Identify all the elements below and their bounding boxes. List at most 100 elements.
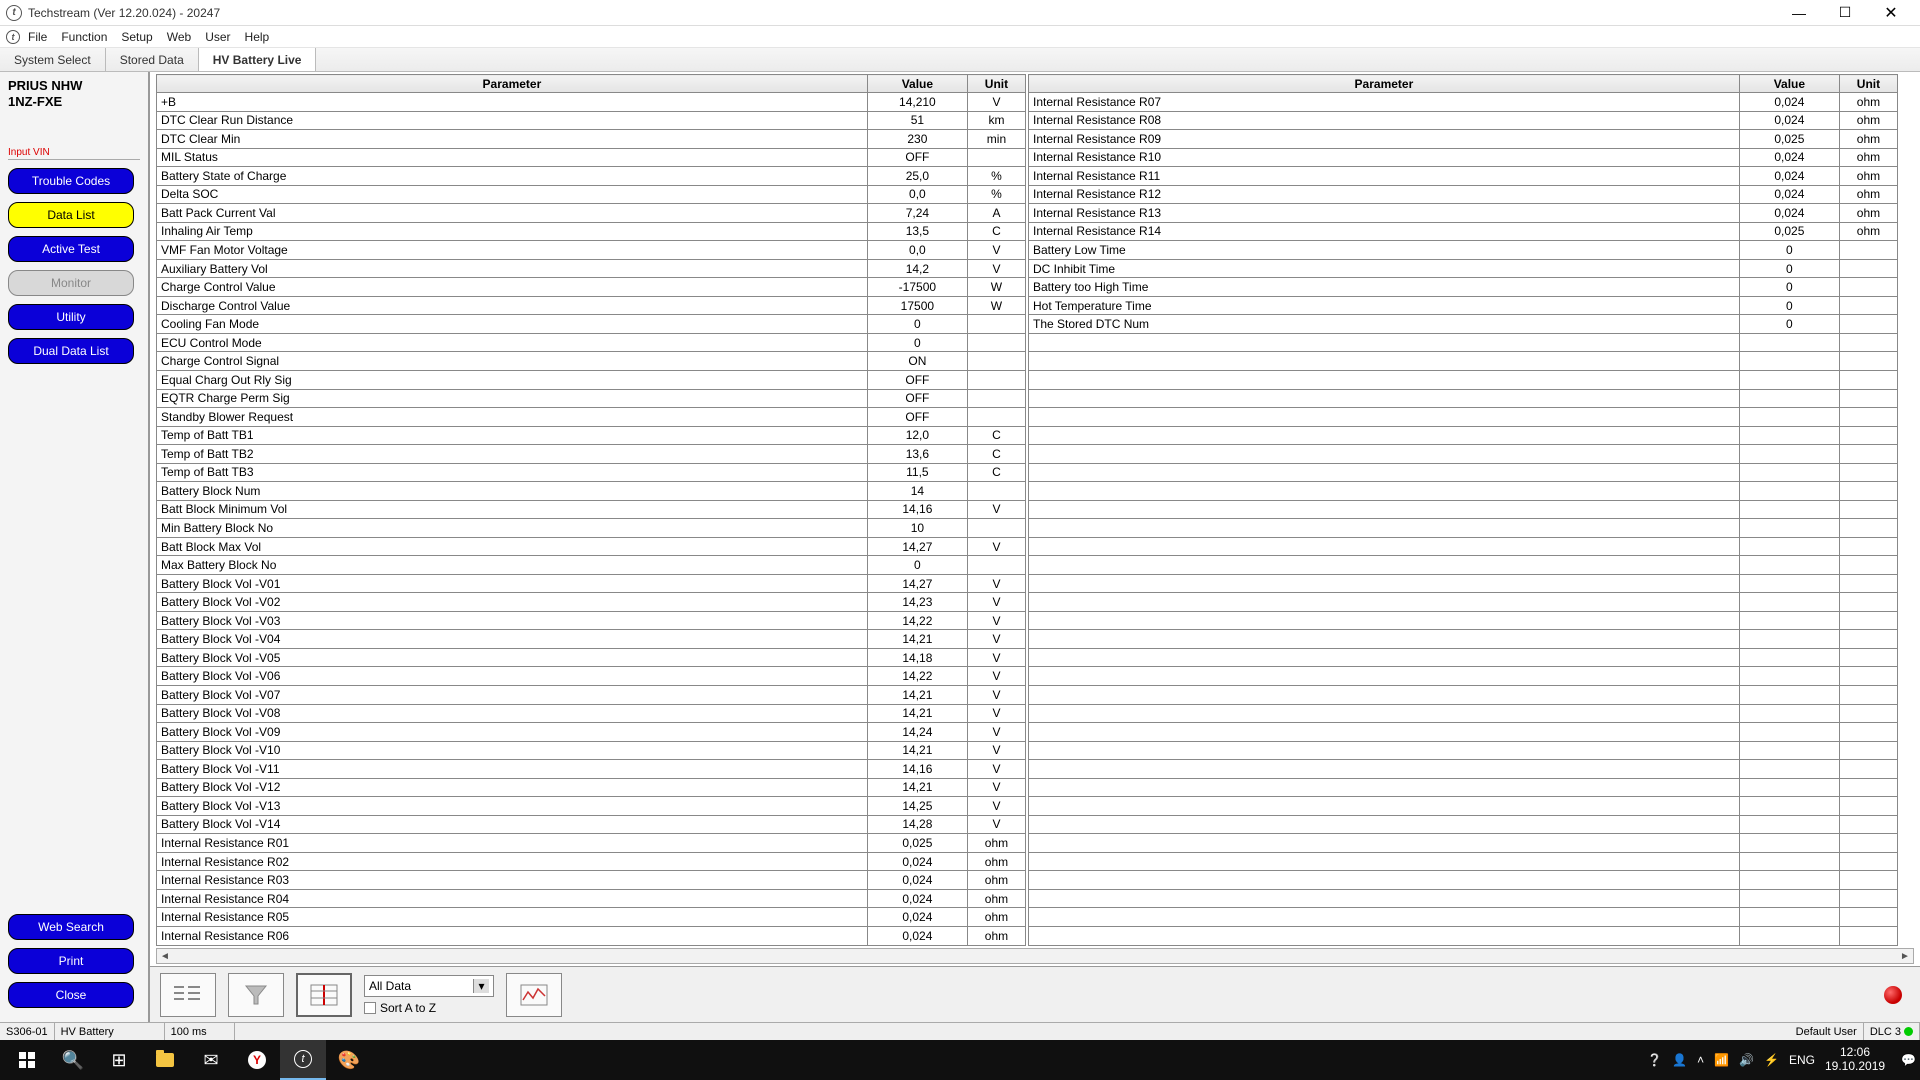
table-row[interactable]: Internal Resistance R080,024ohm (1029, 111, 1898, 130)
table-row[interactable]: EQTR Charge Perm SigOFF (157, 389, 1026, 408)
browser-button[interactable]: Y (234, 1040, 280, 1080)
col-parameter[interactable]: Parameter (157, 75, 868, 93)
table-row[interactable]: Battery Block Vol -V1214,21V (157, 778, 1026, 797)
table-row[interactable]: Min Battery Block No10 (157, 519, 1026, 538)
table-row[interactable]: Internal Resistance R110,024ohm (1029, 167, 1898, 186)
table-row[interactable]: Battery Block Vol -V1314,25V (157, 797, 1026, 816)
table-row[interactable]: Auxiliary Battery Vol14,2V (157, 259, 1026, 278)
data-table-left[interactable]: Parameter Value Unit +B14,210V DTC Clear … (156, 74, 1026, 946)
table-row[interactable]: Standby Blower RequestOFF (157, 408, 1026, 427)
paint-button[interactable]: 🎨 (326, 1040, 372, 1080)
table-row[interactable]: Battery Block Vol -V1114,16V (157, 760, 1026, 779)
trouble-codes-button[interactable]: Trouble Codes (8, 168, 134, 194)
col-value[interactable]: Value (867, 75, 967, 93)
table-row[interactable]: Battery Block Vol -V0314,22V (157, 611, 1026, 630)
table-row[interactable]: Batt Block Minimum Vol14,16V (157, 500, 1026, 519)
table-row[interactable]: Internal Resistance R140,025ohm (1029, 222, 1898, 241)
table-row[interactable]: MIL StatusOFF (157, 148, 1026, 167)
table-row[interactable]: Batt Block Max Vol14,27V (157, 537, 1026, 556)
table-row[interactable]: Temp of Batt TB213,6C (157, 445, 1026, 464)
utility-button[interactable]: Utility (8, 304, 134, 330)
sort-a-to-z[interactable]: Sort A to Z (364, 1001, 494, 1015)
table-row[interactable]: Max Battery Block No0 (157, 556, 1026, 575)
horizontal-scrollbar[interactable]: ◄ ► (156, 948, 1914, 964)
task-view-button[interactable]: ⊞ (96, 1040, 142, 1080)
table-row[interactable]: Internal Resistance R070,024ohm (1029, 93, 1898, 112)
table-row[interactable]: DC Inhibit Time0 (1029, 259, 1898, 278)
menu-function[interactable]: Function (61, 30, 107, 44)
table-row[interactable]: DTC Clear Min230min (157, 130, 1026, 149)
table-row[interactable]: Battery Block Vol -V0914,24V (157, 723, 1026, 742)
close-window-button[interactable]: ✕ (1868, 0, 1914, 26)
table-row[interactable]: Battery Block Vol -V0714,21V (157, 686, 1026, 705)
table-row[interactable]: Battery Block Vol -V1414,28V (157, 815, 1026, 834)
close-button[interactable]: Close (8, 982, 134, 1008)
menu-file[interactable]: File (28, 30, 47, 44)
table-row[interactable]: Cooling Fan Mode0 (157, 315, 1026, 334)
data-filter-select[interactable]: All Data ▾ (364, 975, 494, 997)
col-value-r[interactable]: Value (1739, 75, 1839, 93)
col-unit[interactable]: Unit (967, 75, 1025, 93)
table-row[interactable]: Battery Block Vol -V0114,27V (157, 574, 1026, 593)
maximize-button[interactable]: ☐ (1822, 0, 1868, 26)
menu-setup[interactable]: Setup (121, 30, 152, 44)
lang-indicator[interactable]: ENG (1789, 1053, 1815, 1067)
table-row[interactable]: Batt Pack Current Val7,24A (157, 204, 1026, 223)
table-row[interactable]: Internal Resistance R020,024ohm (157, 852, 1026, 871)
notification-tray-icon[interactable]: 💬 (1901, 1053, 1916, 1067)
table-row[interactable]: Temp of Batt TB311,5C (157, 463, 1026, 482)
table-row[interactable]: Internal Resistance R050,024ohm (157, 908, 1026, 927)
table-row[interactable]: Hot Temperature Time0 (1029, 296, 1898, 315)
dual-data-list-button[interactable]: Dual Data List (8, 338, 134, 364)
search-button[interactable]: 🔍 (50, 1040, 96, 1080)
table-row[interactable]: +B14,210V (157, 93, 1026, 112)
table-row[interactable]: Delta SOC0,0% (157, 185, 1026, 204)
table-row[interactable]: Equal Charg Out Rly SigOFF (157, 370, 1026, 389)
explorer-button[interactable] (142, 1040, 188, 1080)
people-tray-icon[interactable]: 👤 (1672, 1053, 1687, 1067)
table-row[interactable]: The Stored DTC Num0 (1029, 315, 1898, 334)
table-row[interactable]: Battery too High Time0 (1029, 278, 1898, 297)
table-row[interactable]: Battery Block Vol -V0514,18V (157, 648, 1026, 667)
table-row[interactable]: Battery Block Num14 (157, 482, 1026, 501)
battery-tray-icon[interactable]: ⚡ (1764, 1053, 1779, 1067)
menu-help[interactable]: Help (245, 30, 270, 44)
table-row[interactable]: Temp of Batt TB112,0C (157, 426, 1026, 445)
scroll-right-icon[interactable]: ► (1897, 951, 1913, 962)
graph-button[interactable] (506, 973, 562, 1017)
list-view-button[interactable] (160, 973, 216, 1017)
table-row[interactable]: Battery Block Vol -V0614,22V (157, 667, 1026, 686)
table-row[interactable]: Battery Block Vol -V1014,21V (157, 741, 1026, 760)
tab-stored-data[interactable]: Stored Data (106, 48, 199, 71)
table-row[interactable]: ECU Control Mode0 (157, 333, 1026, 352)
chevron-up-icon[interactable]: ˄ (1697, 1053, 1704, 1067)
tab-hv-battery-live[interactable]: HV Battery Live (199, 48, 317, 71)
table-row[interactable]: Charge Control SignalON (157, 352, 1026, 371)
table-row[interactable]: Internal Resistance R120,024ohm (1029, 185, 1898, 204)
minimize-button[interactable]: — (1776, 0, 1822, 26)
web-search-button[interactable]: Web Search (8, 914, 134, 940)
table-row[interactable]: Internal Resistance R100,024ohm (1029, 148, 1898, 167)
record-indicator[interactable] (1884, 986, 1902, 1004)
table-row[interactable]: Internal Resistance R030,024ohm (157, 871, 1026, 890)
volume-tray-icon[interactable]: 🔊 (1739, 1053, 1754, 1067)
table-row[interactable]: Internal Resistance R060,024ohm (157, 926, 1026, 945)
table-row[interactable]: Inhaling Air Temp13,5C (157, 222, 1026, 241)
table-row[interactable]: Battery Block Vol -V0814,21V (157, 704, 1026, 723)
menu-web[interactable]: Web (167, 30, 191, 44)
data-table-right[interactable]: Parameter Value Unit Internal Resistance… (1028, 74, 1898, 946)
col-parameter-r[interactable]: Parameter (1029, 75, 1740, 93)
col-unit-r[interactable]: Unit (1839, 75, 1897, 93)
table-row[interactable]: VMF Fan Motor Voltage0,0V (157, 241, 1026, 260)
table-row[interactable]: Internal Resistance R010,025ohm (157, 834, 1026, 853)
table-row[interactable]: Discharge Control Value17500W (157, 296, 1026, 315)
start-button[interactable] (4, 1040, 50, 1080)
table-row[interactable]: Battery Block Vol -V0414,21V (157, 630, 1026, 649)
scroll-left-icon[interactable]: ◄ (157, 951, 173, 962)
tab-system-select[interactable]: System Select (0, 48, 106, 71)
mail-button[interactable]: ✉ (188, 1040, 234, 1080)
table-row[interactable]: Internal Resistance R130,024ohm (1029, 204, 1898, 223)
table-row[interactable]: Battery Block Vol -V0214,23V (157, 593, 1026, 612)
network-tray-icon[interactable]: 📶 (1714, 1053, 1729, 1067)
active-test-button[interactable]: Active Test (8, 236, 134, 262)
